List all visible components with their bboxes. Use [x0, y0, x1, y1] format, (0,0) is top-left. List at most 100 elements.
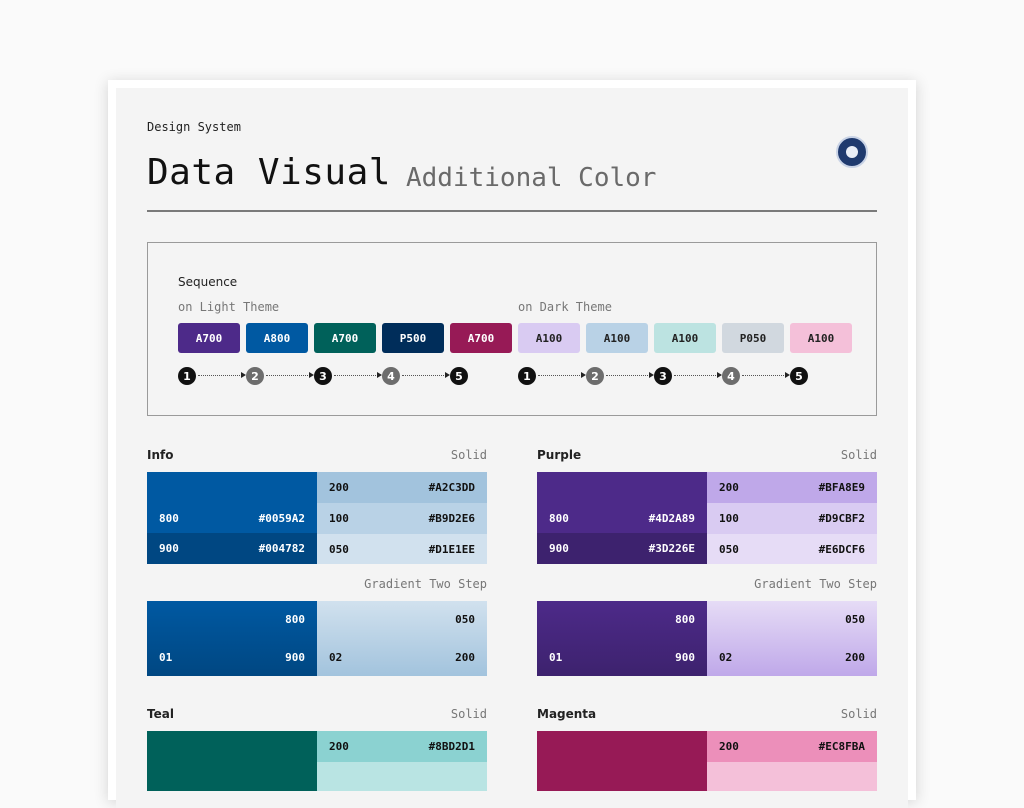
sequence-step-light-4: 4 — [382, 367, 400, 385]
swatch-hex: #B9D2E6 — [428, 512, 475, 525]
gradient-bottom-stop: 200 — [455, 651, 475, 664]
gradient-label-info: Gradient Two Step — [364, 577, 487, 591]
sequence-chip-light-2: A800 — [246, 323, 308, 353]
gradient-name: 02 — [719, 651, 733, 664]
title-divider — [147, 210, 877, 212]
dark-theme-label: on Dark Theme — [518, 300, 612, 314]
gradient-purple-02: 050 02 200 — [707, 601, 877, 676]
swatch-info-200: 200 #A2C3DD — [317, 472, 487, 503]
sequence-step-light-3: 3 — [314, 367, 332, 385]
swatch-label: 050 — [719, 542, 739, 556]
swatch-hex: #004782 — [258, 542, 305, 555]
gradient-top-stop: 050 — [845, 613, 865, 626]
swatch-teal-800 — [147, 731, 317, 791]
swatch-teal-200: 200 #8BD2D1 — [317, 731, 487, 762]
solid-label-magenta: Solid — [840, 707, 877, 721]
swatch-hex: #D1E1EE — [428, 542, 475, 556]
gradient-bottom-stop: 200 — [845, 651, 865, 664]
swatch-label: 800 — [549, 512, 569, 525]
swatch-label: 050 — [329, 542, 349, 556]
swatch-label: 800 — [159, 512, 179, 525]
sequence-chip-dark-2: A100 — [586, 323, 648, 353]
sequence-chip-light-1: A700 — [178, 323, 240, 353]
solid-label-purple: Solid — [840, 448, 877, 462]
sequence-chip-dark-3: A100 — [654, 323, 716, 353]
swatch-magenta-100 — [707, 762, 877, 791]
swatch-label: 200 — [719, 740, 739, 753]
sequence-chip-dark-4: P050 — [722, 323, 784, 353]
gradient-name: 02 — [329, 651, 343, 664]
group-title-teal: Teal — [147, 707, 174, 721]
sequence-step-light-1: 1 — [178, 367, 196, 385]
sequence-step-dark-5: 5 — [790, 367, 808, 385]
swatch-purple-100: 100 #D9CBF2 — [707, 503, 877, 534]
gradient-name: 01 — [159, 651, 173, 664]
swatch-label: 200 — [329, 740, 349, 753]
gradient-purple-01: 800 01 900 — [537, 601, 707, 676]
sequence-step-dark-2: 2 — [586, 367, 604, 385]
swatch-hex: #A2C3DD — [428, 481, 475, 494]
swatch-info-050: 050 #D1E1EE — [317, 534, 487, 564]
group-title-magenta: Magenta — [537, 707, 597, 721]
seal-logo-icon — [836, 136, 868, 168]
light-theme-label: on Light Theme — [178, 300, 280, 314]
swatch-purple-900: 900 #3D226E — [537, 533, 707, 564]
page-title: Data Visual — [147, 152, 391, 193]
swatch-hex: #4D2A89 — [648, 512, 695, 525]
sequence-arrow-icon — [266, 372, 314, 378]
kicker-label: Design System — [147, 120, 241, 134]
sequence-arrow-icon — [198, 372, 246, 378]
gradient-bottom-stop: 900 — [675, 651, 695, 664]
sequence-step-dark-1: 1 — [518, 367, 536, 385]
gradient-top-stop: 800 — [675, 613, 695, 626]
sequence-arrow-icon — [538, 372, 586, 378]
gradient-name: 01 — [549, 651, 563, 664]
swatch-hex: #D9CBF2 — [818, 512, 865, 525]
group-title-info: Info — [147, 448, 174, 462]
gradient-top-stop: 050 — [455, 613, 475, 626]
swatch-label: 200 — [719, 481, 739, 494]
gradient-bottom-stop: 900 — [285, 651, 305, 664]
group-title-purple: Purple — [537, 448, 582, 462]
sequence-chip-dark-5: A100 — [790, 323, 852, 353]
sequence-chip-dark-1: A100 — [518, 323, 580, 353]
swatch-hex: #3D226E — [648, 542, 695, 555]
swatch-hex: #8BD2D1 — [428, 740, 475, 753]
sequence-arrow-icon — [606, 372, 654, 378]
gradient-info-01: 800 01 900 — [147, 601, 317, 676]
swatch-info-800: 800 #0059A2 — [147, 472, 317, 533]
swatch-label: 900 — [159, 542, 179, 555]
swatch-label: 900 — [549, 542, 569, 555]
swatch-purple-200: 200 #BFA8E9 — [707, 472, 877, 503]
swatch-info-900: 900 #004782 — [147, 533, 317, 564]
swatch-teal-100 — [317, 762, 487, 791]
swatch-hex: #0059A2 — [258, 512, 305, 525]
swatch-info-100: 100 #B9D2E6 — [317, 503, 487, 534]
sequence-step-dark-3: 3 — [654, 367, 672, 385]
solid-label-info: Solid — [450, 448, 487, 462]
sequence-chip-light-5: A700 — [450, 323, 512, 353]
sequence-arrow-icon — [402, 372, 450, 378]
gradient-label-purple: Gradient Two Step — [754, 577, 877, 591]
swatch-purple-800: 800 #4D2A89 — [537, 472, 707, 533]
solid-label-teal: Solid — [450, 707, 487, 721]
sheet-content: Design System Data Visual Additional Col… — [116, 88, 908, 808]
sequence-step-light-2: 2 — [246, 367, 264, 385]
sequence-step-light-5: 5 — [450, 367, 468, 385]
sequence-arrow-icon — [742, 372, 790, 378]
sequence-step-dark-4: 4 — [722, 367, 740, 385]
swatch-hex: #EC8FBA — [818, 740, 865, 753]
sequence-panel: Sequence on Light Theme on Dark Theme A7… — [147, 242, 877, 416]
swatch-label: 100 — [329, 512, 349, 525]
design-sheet: Design System Data Visual Additional Col… — [108, 80, 916, 808]
swatch-label: 200 — [329, 481, 349, 494]
swatch-label: 100 — [719, 512, 739, 525]
gradient-info-02: 050 02 200 — [317, 601, 487, 676]
sequence-chip-light-3: A700 — [314, 323, 376, 353]
sequence-title: Sequence — [178, 275, 238, 289]
sequence-arrow-icon — [334, 372, 382, 378]
swatch-purple-050: 050 #E6DCF6 — [707, 534, 877, 564]
swatch-magenta-200: 200 #EC8FBA — [707, 731, 877, 762]
sequence-chip-light-4: P500 — [382, 323, 444, 353]
page-subtitle: Additional Color — [406, 163, 657, 193]
